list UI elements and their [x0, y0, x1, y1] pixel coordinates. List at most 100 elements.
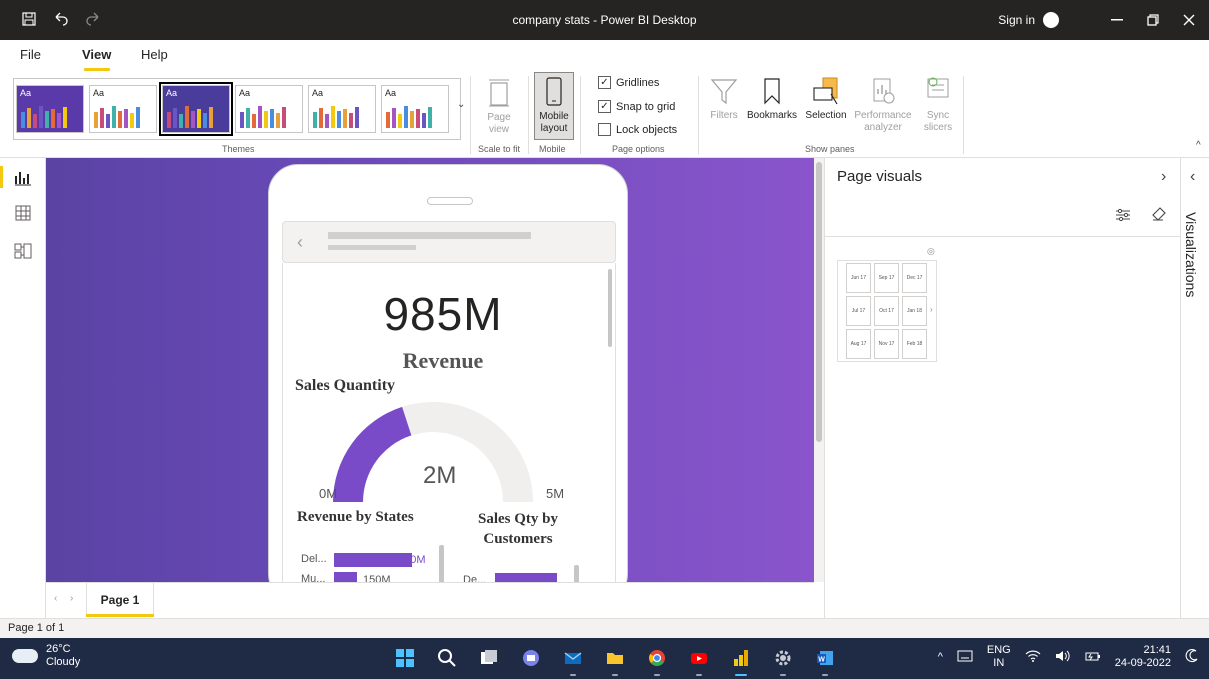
prev-page-icon[interactable]: ‹: [54, 593, 57, 604]
task-view-icon[interactable]: [476, 645, 502, 671]
youtube-icon[interactable]: [686, 645, 712, 676]
chevron-down-icon[interactable]: ⌄: [457, 99, 465, 110]
weather-widget[interactable]: 26°C Cloudy: [12, 643, 80, 669]
checkbox-unchecked-icon: [598, 123, 611, 136]
slicer-date-cell: Jul 17: [846, 296, 871, 326]
theme-bar: [392, 108, 396, 128]
mobile-screen[interactable]: 985M Revenue Sales Quantity 0M 2M 5M Rev…: [282, 263, 616, 582]
running-indicator: [654, 674, 660, 676]
mobile-layout-button[interactable]: Mobile layout: [534, 72, 574, 140]
page-tab-1[interactable]: Page 1: [86, 583, 154, 617]
page-view-button[interactable]: Page view: [480, 78, 518, 136]
ribbon-separator: [963, 76, 964, 154]
gridlines-checkbox[interactable]: ✓ Gridlines: [598, 76, 659, 89]
theme-swatch[interactable]: Aa: [89, 85, 157, 133]
filters-button[interactable]: Filters: [706, 76, 742, 122]
gridlines-label: Gridlines: [616, 76, 660, 89]
theme-bar: [136, 107, 140, 128]
ribbon: Aa Aa Aa Aa Aa Aa ⌄ Themes Page view Sca…: [0, 72, 1209, 158]
theme-swatch[interactable]: Aa: [16, 85, 84, 133]
tab-help[interactable]: Help: [141, 47, 168, 62]
visual-scrollbar[interactable]: [574, 565, 579, 582]
canvas-scrollbar-thumb[interactable]: [816, 162, 822, 442]
report-view-icon[interactable]: [14, 168, 32, 186]
search-icon[interactable]: [434, 645, 460, 671]
word-icon[interactable]: W: [812, 645, 838, 676]
theme-bar: [191, 111, 195, 128]
model-view-icon[interactable]: [14, 242, 32, 260]
sync-slicers-button[interactable]: Sync slicers: [918, 76, 958, 134]
mobile-layout-label: Mobile layout: [539, 111, 569, 134]
clock[interactable]: 21:41 24-09-2022: [1115, 644, 1171, 670]
close-button[interactable]: [1174, 8, 1204, 32]
mobile-scrollbar[interactable]: [608, 269, 612, 347]
filters-label: Filters: [710, 110, 738, 121]
language-indicator[interactable]: ENG IN: [987, 644, 1011, 670]
theme-swatch[interactable]: Aa: [235, 85, 303, 133]
active-page-indicator: [86, 614, 154, 617]
snap-to-grid-checkbox[interactable]: ✓ Snap to grid: [598, 100, 675, 113]
theme-swatch[interactable]: Aa: [308, 85, 376, 133]
chrome-icon[interactable]: [644, 645, 670, 676]
notifications-icon[interactable]: [1185, 648, 1199, 666]
visual-scrollbar[interactable]: [439, 545, 444, 582]
header-placeholder-line: [328, 245, 416, 250]
minimize-button[interactable]: [1102, 8, 1132, 32]
tab-view[interactable]: View: [82, 47, 111, 62]
theme-bar: [100, 108, 104, 128]
theme-bar: [106, 114, 110, 128]
mobile-header-bar: ‹: [282, 221, 616, 263]
bookmarks-button[interactable]: Bookmarks: [744, 76, 800, 122]
theme-bar: [33, 114, 37, 128]
visualizations-pane-tab[interactable]: ‹ Visualizations: [1180, 158, 1209, 618]
power-bi-icon[interactable]: [728, 645, 754, 676]
kpi-card-value[interactable]: 985M: [283, 287, 603, 341]
date-slicer-thumbnail[interactable]: Jun 17 Sep 17 Dec 17 Jul 17 Oct 17 Jan 1…: [837, 260, 937, 362]
wifi-icon[interactable]: [1025, 650, 1041, 665]
sales-qty-by-customers-title: Sales Qty by Customers: [477, 511, 558, 547]
theme-bar: [130, 113, 134, 128]
theme-swatch[interactable]: Aa: [381, 85, 449, 133]
table-view-icon[interactable]: [14, 204, 32, 222]
bar-mu[interactable]: [334, 572, 357, 582]
theme-bar: [319, 108, 323, 128]
restore-button[interactable]: [1138, 8, 1168, 32]
file-explorer-icon[interactable]: [602, 645, 628, 676]
lock-objects-checkbox[interactable]: Lock objects: [598, 123, 677, 136]
sign-in-button[interactable]: Sign in: [998, 12, 1059, 28]
teams-chat-icon[interactable]: [518, 645, 544, 671]
mobile-phone-frame: ‹ 985M Revenue Sales Quantity 0M 2M 5M R…: [268, 164, 628, 582]
keyboard-icon[interactable]: [957, 650, 973, 665]
selection-button[interactable]: Selection: [802, 76, 850, 122]
volume-icon[interactable]: [1055, 650, 1071, 665]
settings-gear-icon[interactable]: [770, 645, 796, 676]
report-canvas[interactable]: ‹ 985M Revenue Sales Quantity 0M 2M 5M R…: [46, 158, 814, 582]
battery-icon[interactable]: [1085, 650, 1101, 665]
mail-icon[interactable]: [560, 645, 586, 676]
next-page-icon[interactable]: ›: [70, 593, 73, 604]
windows-start-icon[interactable]: [392, 645, 418, 671]
theme-bar: [416, 109, 420, 128]
sales-quantity-gauge[interactable]: [328, 397, 538, 507]
theme-bar: [386, 112, 390, 128]
performance-analyzer-button[interactable]: Performance analyzer: [850, 76, 916, 134]
chevron-up-icon[interactable]: ^: [938, 651, 943, 663]
bar-value-label: 520M: [398, 554, 426, 566]
eraser-icon[interactable]: [1151, 206, 1167, 227]
chevron-right-icon[interactable]: ›: [1161, 168, 1166, 186]
theme-bar: [331, 106, 335, 128]
collapse-ribbon-icon[interactable]: ^: [1196, 140, 1201, 151]
chevron-left-icon[interactable]: ‹: [1190, 168, 1195, 186]
visibility-eye-icon[interactable]: ◎: [927, 246, 935, 257]
filter-settings-icon[interactable]: [1115, 208, 1131, 227]
selection-label: Selection: [805, 110, 847, 121]
bar-de[interactable]: [495, 573, 557, 582]
theme-bar: [264, 111, 268, 128]
theme-bar: [27, 108, 31, 128]
canvas-scrollbar[interactable]: [814, 158, 824, 582]
theme-bars: [240, 106, 286, 128]
theme-swatch-selected[interactable]: Aa: [159, 82, 233, 136]
theme-aa-label: Aa: [385, 88, 397, 98]
tab-file[interactable]: File: [20, 47, 41, 62]
bar-category-label: Del...: [301, 553, 327, 565]
